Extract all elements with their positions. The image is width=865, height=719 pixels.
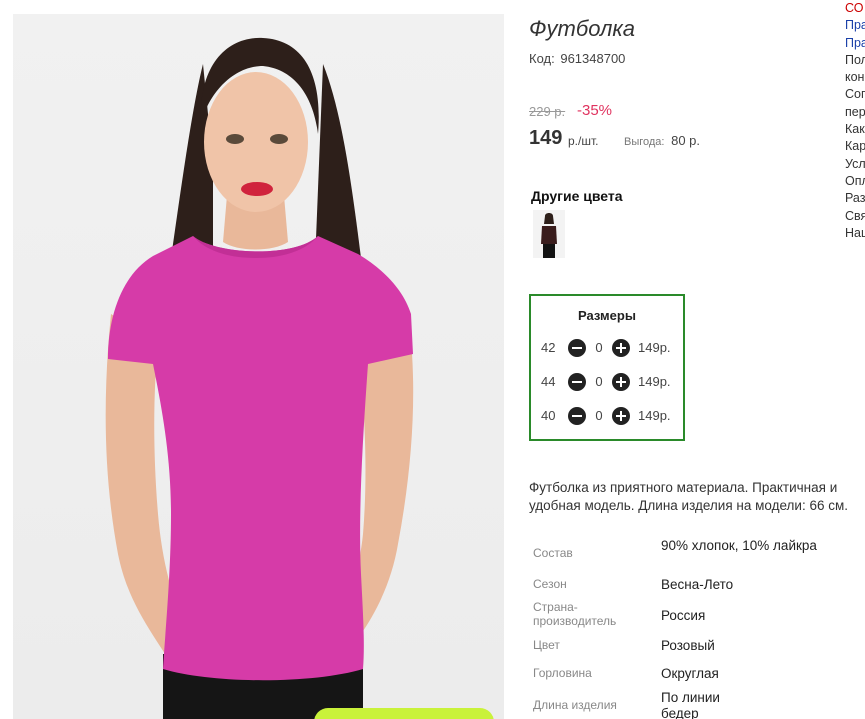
quantity-value: 0 bbox=[595, 340, 603, 355]
product-code-value: 961348700 bbox=[560, 51, 626, 66]
spec-value: Весна-Лето bbox=[661, 577, 734, 592]
side-nav-item[interactable]: СО bbox=[845, 0, 865, 17]
spec-key: Цвет bbox=[533, 638, 560, 652]
color-variant-image bbox=[533, 210, 565, 258]
increase-quantity-button[interactable] bbox=[612, 373, 630, 391]
increase-quantity-button[interactable] bbox=[612, 339, 630, 357]
size-label: 40 bbox=[541, 408, 556, 423]
side-nav-item[interactable]: Пол bbox=[845, 52, 865, 69]
side-nav-item[interactable]: пер bbox=[845, 104, 865, 121]
color-variant-thumbnail[interactable] bbox=[533, 210, 565, 258]
size-price: 149р. bbox=[638, 374, 671, 389]
side-nav-item[interactable]: Пра bbox=[845, 35, 865, 52]
size-label: 42 bbox=[541, 340, 556, 355]
side-nav-item[interactable]: Наш bbox=[845, 225, 865, 240]
spec-key: Страна-производитель bbox=[533, 600, 617, 628]
old-price: 229 р. bbox=[529, 104, 566, 119]
spec-key: Сезон bbox=[533, 577, 567, 591]
decrease-quantity-button[interactable] bbox=[568, 339, 586, 357]
current-price: 149 bbox=[529, 127, 563, 149]
side-nav-item[interactable]: Пра bbox=[845, 17, 865, 34]
product-title: Футболка bbox=[529, 16, 635, 41]
size-row: 42 0 149р. bbox=[541, 338, 681, 358]
decrease-quantity-button[interactable] bbox=[568, 373, 586, 391]
decrease-quantity-button[interactable] bbox=[568, 407, 586, 425]
spec-value: 90% хлопок, 10% лайкра bbox=[661, 538, 817, 553]
spec-value: По линии бедер bbox=[661, 690, 720, 719]
spec-key: Горловина bbox=[533, 666, 592, 680]
size-price: 149р. bbox=[638, 340, 671, 355]
size-label: 44 bbox=[541, 374, 556, 389]
quantity-value: 0 bbox=[595, 374, 603, 389]
spec-value: Округлая bbox=[661, 666, 719, 681]
side-nav-item[interactable]: Раз bbox=[845, 190, 865, 207]
discount-badge: -35% bbox=[577, 102, 613, 119]
sizes-title: Размеры bbox=[578, 308, 636, 323]
side-nav-item[interactable]: Усл bbox=[845, 156, 865, 173]
product-code: Код: 961348700 bbox=[529, 51, 625, 66]
product-description: Футболка из приятного материала. Практич… bbox=[529, 480, 849, 513]
side-nav-item[interactable]: Свя bbox=[845, 208, 865, 225]
profit: Выгода: 80 р. bbox=[624, 133, 700, 148]
spec-value: Россия bbox=[661, 608, 706, 623]
side-nav-item[interactable]: Кар bbox=[845, 138, 865, 155]
spec-key: Длина изделия bbox=[533, 698, 617, 712]
profit-value: 80 р. bbox=[671, 133, 701, 148]
side-nav-item[interactable]: кон bbox=[845, 69, 865, 86]
increase-quantity-button[interactable] bbox=[612, 407, 630, 425]
price-unit: р./шт. bbox=[568, 134, 599, 148]
spec-value: Розовый bbox=[661, 638, 715, 653]
model-illustration bbox=[105, 37, 414, 719]
side-nav-item[interactable]: Сог bbox=[845, 86, 865, 103]
add-to-cart-button[interactable] bbox=[314, 708, 494, 719]
product-code-label: Код: bbox=[529, 51, 555, 66]
size-row: 44 0 149р. bbox=[541, 372, 681, 392]
profit-label: Выгода: bbox=[624, 136, 665, 148]
sizes-panel: Размеры 42 0 149р. 44 0 149р. 40 0 149р. bbox=[529, 294, 685, 441]
other-colors-label: Другие цвета bbox=[531, 188, 623, 204]
spec-key: Состав bbox=[533, 546, 573, 560]
side-nav-item[interactable]: Опл bbox=[845, 173, 865, 190]
size-row: 40 0 149р. bbox=[541, 406, 681, 426]
side-nav: СО Пра Пра Пол кон Сог пер Как Кар Усл О… bbox=[845, 0, 865, 240]
quantity-value: 0 bbox=[595, 408, 603, 423]
side-nav-item[interactable]: Как bbox=[845, 121, 865, 138]
product-photo[interactable] bbox=[13, 14, 504, 719]
size-price: 149р. bbox=[638, 408, 671, 423]
